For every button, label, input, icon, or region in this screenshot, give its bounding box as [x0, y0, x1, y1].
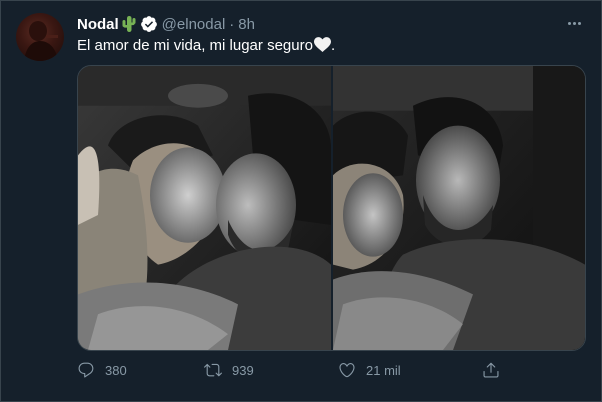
like-button[interactable]: 21 mil [338, 361, 401, 379]
tweet-text-period: . [330, 37, 336, 54]
tweet-text: El amor de mi vida, mi lugar seguro. [77, 37, 335, 56]
photo-couple-1[interactable] [78, 66, 331, 350]
reply-button[interactable]: 380 [77, 361, 127, 379]
retweet-button[interactable]: 939 [204, 361, 254, 379]
author-handle[interactable]: @elnodal [162, 16, 226, 33]
reply-count: 380 [105, 362, 127, 378]
more-options-icon[interactable] [563, 14, 585, 32]
author-name[interactable]: Nodal [77, 16, 119, 33]
tweet-card[interactable]: Nodal @elnodal · 8h El amor de mi vida, … [0, 0, 602, 402]
tweet-actions: 380 939 21 mil [77, 361, 507, 381]
heart-icon [339, 363, 355, 378]
share-icon [483, 362, 499, 378]
separator-dot: · [229, 15, 235, 33]
media-grid [77, 65, 586, 351]
white-heart-emoji-icon [313, 37, 331, 56]
reply-icon [78, 362, 94, 378]
retweet-icon [204, 363, 222, 377]
avatar[interactable] [16, 13, 64, 61]
avatar-image [24, 21, 58, 61]
photo-couple-2-image [333, 66, 585, 350]
share-button[interactable] [482, 361, 500, 379]
tweet-header: Nodal @elnodal · 8h [77, 14, 586, 34]
like-count: 21 mil [366, 362, 401, 378]
verified-badge-icon [140, 15, 158, 33]
photo-couple-2[interactable] [333, 66, 585, 350]
tweet-text-content: El amor de mi vida, mi lugar seguro [77, 37, 313, 54]
cactus-emoji-icon [121, 15, 137, 33]
photo-couple-1-image [78, 66, 331, 350]
tweet-timestamp[interactable]: 8h [238, 16, 255, 33]
retweet-count: 939 [232, 362, 254, 378]
